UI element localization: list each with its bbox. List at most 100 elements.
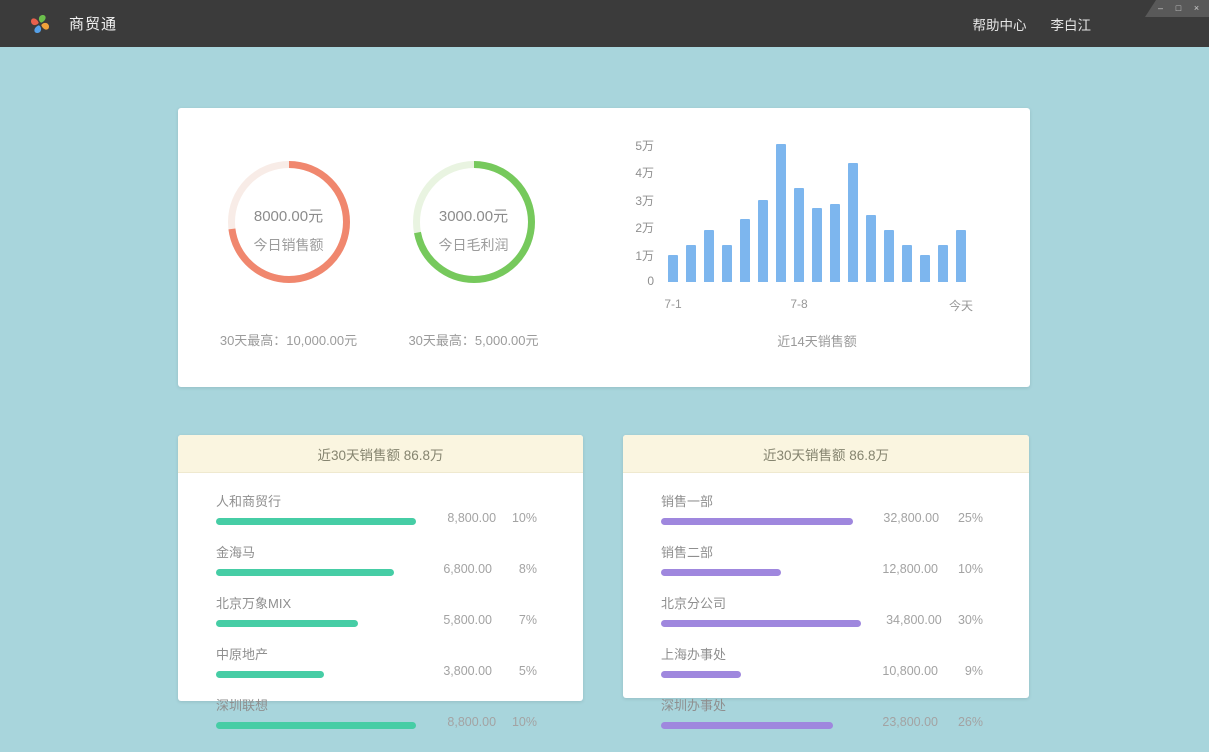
titlebar-menu: 帮助中心 李白江 <box>973 0 1092 47</box>
rank-bar <box>216 620 358 627</box>
bar <box>938 245 948 282</box>
rank-row: 北京万象MIX5,800.007% <box>216 593 537 627</box>
today-profit-amount: 3000.00元 <box>412 165 536 226</box>
window-minimize-button[interactable]: – <box>1153 1 1168 16</box>
x-axis-tick: 今天 <box>949 297 973 314</box>
rank-bar <box>216 671 324 678</box>
bar <box>758 200 768 282</box>
rank-row: 金海马6,800.008% <box>216 542 537 576</box>
window-maximize-button[interactable]: □ <box>1171 1 1186 16</box>
sales-bar-chart: 5万4万3万2万1万0 7-17-8今天 近14天销售额 <box>664 145 970 387</box>
today-sales-donut: 8000.00元 今日销售额 30天最高：10,000.00元 <box>196 108 381 387</box>
app-logo-icon <box>27 11 53 37</box>
bar <box>830 204 840 282</box>
rank-row: 深圳联想8,800.0010% <box>216 695 537 729</box>
bar <box>956 230 966 282</box>
today-profit-footnote: 30天最高：5,000.00元 <box>381 330 566 349</box>
rank-bar <box>661 722 833 729</box>
y-axis-tick: 4万 <box>618 164 654 181</box>
window-controls: – □ × <box>1145 0 1209 17</box>
rank-name: 中原地产 <box>216 644 404 663</box>
bar <box>686 245 696 282</box>
rank-row: 人和商贸行8,800.0010% <box>216 491 537 525</box>
rank-bar <box>216 569 394 576</box>
rank-name: 销售二部 <box>661 542 850 561</box>
rank-name: 金海马 <box>216 542 404 561</box>
rank-percent: 25% <box>939 511 983 525</box>
rank-bar <box>661 671 741 678</box>
bar <box>704 230 714 282</box>
rank-bar <box>216 518 416 525</box>
rank-row: 销售二部12,800.0010% <box>661 542 983 576</box>
rank-bar <box>661 620 861 627</box>
rank-percent: 8% <box>492 562 537 576</box>
x-axis-tick: 7-8 <box>790 297 807 311</box>
username-link[interactable]: 李白江 <box>1051 14 1092 34</box>
rank-card-departments-header: 近30天销售额 86.8万 <box>623 435 1029 473</box>
rank-name: 北京万象MIX <box>216 593 404 612</box>
rank-value: 6,800.00 <box>404 562 492 576</box>
rank-percent: 30% <box>942 613 983 627</box>
bar <box>740 219 750 282</box>
rank-card-customers-body: 人和商贸行8,800.0010%金海马6,800.008%北京万象MIX5,80… <box>178 473 583 729</box>
app-title: 商贸通 <box>69 13 117 34</box>
rank-name: 北京分公司 <box>661 593 861 612</box>
help-center-link[interactable]: 帮助中心 <box>973 14 1027 34</box>
rank-name: 上海办事处 <box>661 644 850 663</box>
rank-name: 深圳办事处 <box>661 695 850 714</box>
bar <box>812 208 822 282</box>
rank-value: 8,800.00 <box>416 715 496 729</box>
bar <box>668 255 678 282</box>
bar <box>794 188 804 283</box>
bar-chart-y-axis: 5万4万3万2万1万0 <box>618 145 654 282</box>
rank-row: 深圳办事处23,800.0026% <box>661 695 983 729</box>
bar <box>776 144 786 282</box>
rank-value: 3,800.00 <box>404 664 492 678</box>
today-sales-amount: 8000.00元 <box>227 165 351 226</box>
y-axis-tick: 3万 <box>618 192 654 209</box>
rank-value: 34,800.00 <box>861 613 942 627</box>
rank-value: 23,800.00 <box>850 715 938 729</box>
rank-value: 12,800.00 <box>850 562 938 576</box>
rank-row: 中原地产3,800.005% <box>216 644 537 678</box>
bar <box>848 163 858 282</box>
today-sales-footnote: 30天最高：10,000.00元 <box>196 330 381 349</box>
rank-percent: 5% <box>492 664 537 678</box>
rank-value: 5,800.00 <box>404 613 492 627</box>
rank-percent: 26% <box>938 715 983 729</box>
overview-card: 8000.00元 今日销售额 30天最高：10,000.00元 3000.00元… <box>178 108 1030 387</box>
rank-bar <box>216 722 416 729</box>
rank-row: 销售一部32,800.0025% <box>661 491 983 525</box>
rank-value: 8,800.00 <box>416 511 496 525</box>
today-profit-caption: 今日毛利润 <box>412 226 536 255</box>
rank-percent: 7% <box>492 613 537 627</box>
bar <box>866 215 876 282</box>
rank-percent: 10% <box>938 562 983 576</box>
rank-value: 10,800.00 <box>850 664 938 678</box>
rank-percent: 10% <box>496 715 537 729</box>
titlebar: 商贸通 帮助中心 李白江 – □ × <box>0 0 1209 47</box>
rank-name: 人和商贸行 <box>216 491 416 510</box>
bar <box>722 245 732 282</box>
rank-percent: 9% <box>938 664 983 678</box>
y-axis-tick: 2万 <box>618 219 654 236</box>
y-axis-tick: 5万 <box>618 137 654 154</box>
y-axis-tick: 1万 <box>618 247 654 264</box>
rank-card-customers: 近30天销售额 86.8万 人和商贸行8,800.0010% 金海马6,800.0… <box>178 435 583 701</box>
rank-card-departments: 近30天销售额 86.8万 销售一部32,800.0025% 销售二部12,800… <box>623 435 1029 698</box>
rank-percent: 10% <box>496 511 537 525</box>
today-profit-donut: 3000.00元 今日毛利润 30天最高：5,000.00元 <box>381 108 566 387</box>
rank-bar <box>661 518 853 525</box>
rank-name: 深圳联想 <box>216 695 416 714</box>
rank-value: 32,800.00 <box>853 511 939 525</box>
rank-name: 销售一部 <box>661 491 853 510</box>
rank-card-departments-body: 销售一部32,800.0025% 销售二部12,800.0010% 北京分公司34,… <box>623 473 1029 729</box>
bar <box>902 245 912 282</box>
bar <box>884 230 894 282</box>
y-axis-tick: 0 <box>618 274 654 288</box>
bar-plot <box>664 145 970 282</box>
bar-chart-title: 近14天销售额 <box>664 331 970 350</box>
rank-card-customers-header: 近30天销售额 86.8万 <box>178 435 583 473</box>
window-close-button[interactable]: × <box>1189 1 1204 16</box>
rank-row: 上海办事处10,800.009% <box>661 644 983 678</box>
